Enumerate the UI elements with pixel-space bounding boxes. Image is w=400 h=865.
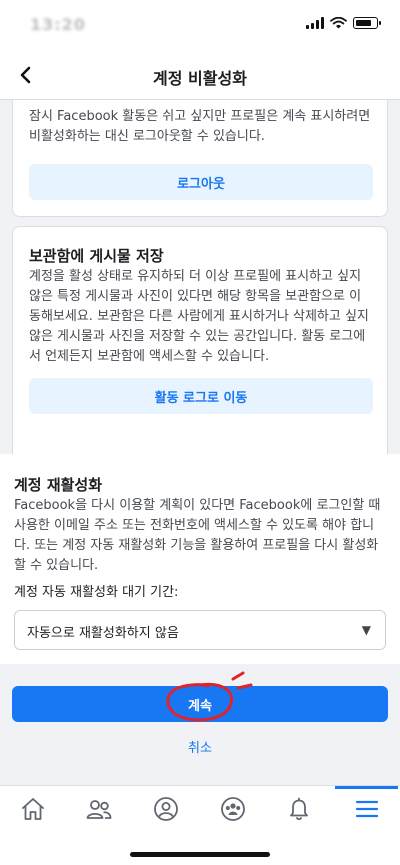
logout-card: 잠시 Facebook 활동은 쉬고 싶지만 프로필은 계속 표시하려면 비활성… xyxy=(12,100,388,217)
tab-home[interactable] xyxy=(0,786,66,832)
content-area[interactable]: 잠시 Facebook 활동은 쉬고 싶지만 프로필은 계속 표시하려면 비활성… xyxy=(0,100,400,785)
nav-header: 계정 비활성화 xyxy=(0,50,400,100)
page-title: 계정 비활성화 xyxy=(153,69,247,88)
action-area: 계속 취소 xyxy=(0,664,400,785)
reactivation-period-select[interactable]: 자동으로 재활성화하지 않음 ▼ xyxy=(14,610,386,650)
archive-card-title: 보관함에 게시물 저장 xyxy=(29,247,164,265)
menu-icon xyxy=(355,800,378,818)
status-bar: 13:20 xyxy=(0,0,400,50)
battery-icon xyxy=(353,17,381,29)
status-icons xyxy=(306,17,381,29)
logout-card-text: 잠시 Facebook 활동은 쉬고 싶지만 프로필은 계속 표시하려면 비활성… xyxy=(29,109,371,144)
tab-groups[interactable] xyxy=(200,786,266,832)
tab-profile[interactable] xyxy=(133,786,199,832)
dropdown-arrow-icon: ▼ xyxy=(361,623,371,637)
continue-button[interactable]: 계속 xyxy=(12,686,388,722)
reactivation-select-label: 계정 자동 재활성화 대기 기간: xyxy=(14,585,179,600)
select-value: 자동으로 재활성화하지 않음 xyxy=(27,626,179,641)
reactivation-text: Facebook을 다시 이용할 계획이 있다면 Facebook에 로그인할 … xyxy=(14,498,381,573)
tab-friends[interactable] xyxy=(66,786,132,832)
logout-button[interactable]: 로그아웃 xyxy=(29,164,373,200)
tab-notifications[interactable] xyxy=(266,786,332,832)
activity-log-button[interactable]: 활동 로그로 이동 xyxy=(29,378,373,414)
archive-card-text: 계정을 활성 상태로 유지하되 더 이상 프로필에 표시하고 싶지 않은 특정 … xyxy=(29,269,369,364)
groups-icon xyxy=(221,797,245,821)
signal-icon xyxy=(306,17,324,29)
home-icon xyxy=(22,798,44,820)
wifi-icon xyxy=(330,17,347,29)
cancel-link[interactable]: 취소 xyxy=(0,737,400,756)
reactivation-title: 계정 재활성화 xyxy=(14,476,103,494)
profile-icon xyxy=(154,797,178,821)
status-time: 13:20 xyxy=(30,15,86,34)
notifications-icon xyxy=(290,797,308,821)
friends-icon xyxy=(86,800,112,819)
annotation-circle xyxy=(166,671,253,722)
reactivation-section: 계정 재활성화 Facebook을 다시 이용할 계획이 있다면 Faceboo… xyxy=(0,454,400,664)
home-indicator xyxy=(130,852,270,857)
tab-bar xyxy=(0,785,400,865)
tab-menu[interactable] xyxy=(333,786,400,832)
